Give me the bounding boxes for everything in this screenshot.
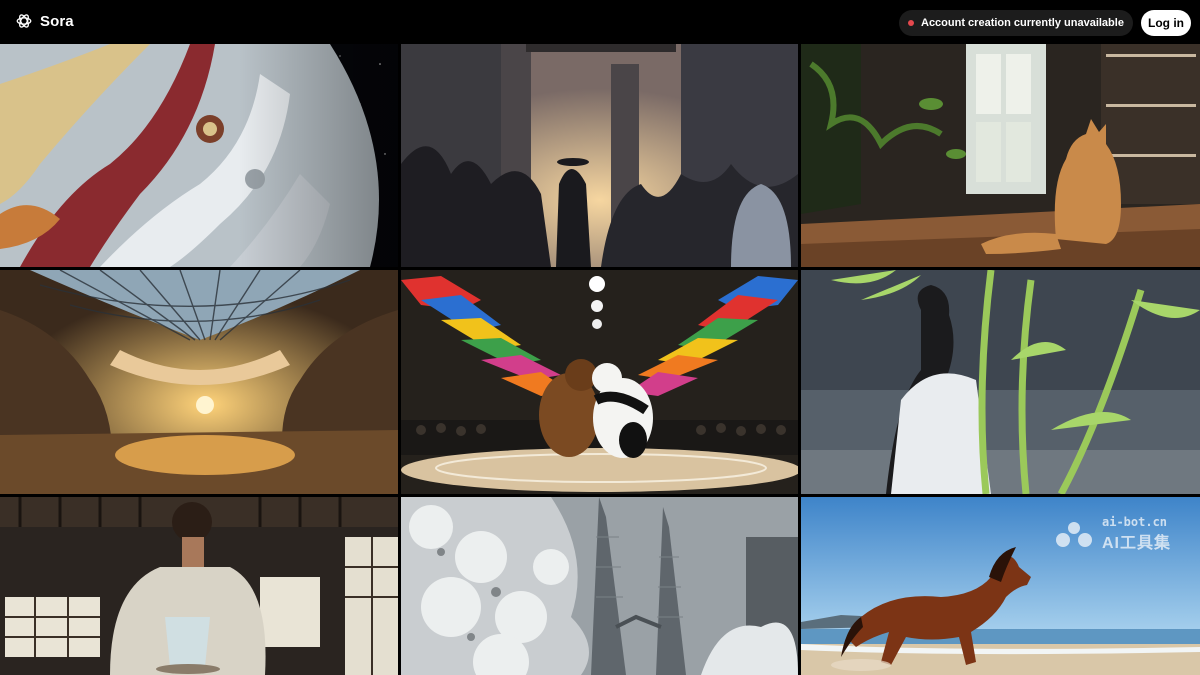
top-bar: Sora Account creation currently unavaila… bbox=[0, 0, 1200, 44]
account-status-notice: Account creation currently unavailable bbox=[899, 10, 1133, 36]
crowd-hall-thumbnail bbox=[401, 44, 798, 267]
video-tile-snow-towers[interactable] bbox=[401, 497, 798, 675]
video-gallery bbox=[0, 44, 1200, 675]
openai-logo-icon bbox=[16, 14, 32, 28]
tea-thumbnail bbox=[0, 497, 398, 675]
video-tile-cat[interactable] bbox=[801, 44, 1200, 267]
atrium-thumbnail bbox=[0, 270, 398, 494]
notice-text: Account creation currently unavailable bbox=[921, 17, 1124, 29]
video-tile-sumo[interactable] bbox=[401, 270, 798, 494]
login-button[interactable]: Log in bbox=[1141, 10, 1191, 36]
watermark-logo-icon bbox=[1056, 521, 1092, 547]
video-tile-planet[interactable] bbox=[0, 44, 398, 267]
bamboo-thumbnail bbox=[801, 270, 1200, 494]
video-tile-atrium[interactable] bbox=[0, 270, 398, 494]
brand-name: Sora bbox=[40, 12, 74, 30]
video-tile-crowd-hall[interactable] bbox=[401, 44, 798, 267]
video-tile-bamboo[interactable] bbox=[801, 270, 1200, 494]
snow-towers-thumbnail bbox=[401, 497, 798, 675]
video-tile-tea[interactable] bbox=[0, 497, 398, 675]
brand[interactable]: Sora bbox=[15, 12, 74, 30]
cat-thumbnail bbox=[801, 44, 1200, 267]
watermark-line1: ai-bot.cn bbox=[1102, 515, 1168, 529]
watermark-line2: AI工具集 bbox=[1102, 535, 1172, 552]
planet-thumbnail bbox=[0, 44, 398, 267]
sumo-thumbnail bbox=[401, 270, 798, 494]
watermark: ai-bot.cn AI工具集 bbox=[1052, 516, 1171, 553]
status-dot-icon bbox=[908, 20, 914, 26]
